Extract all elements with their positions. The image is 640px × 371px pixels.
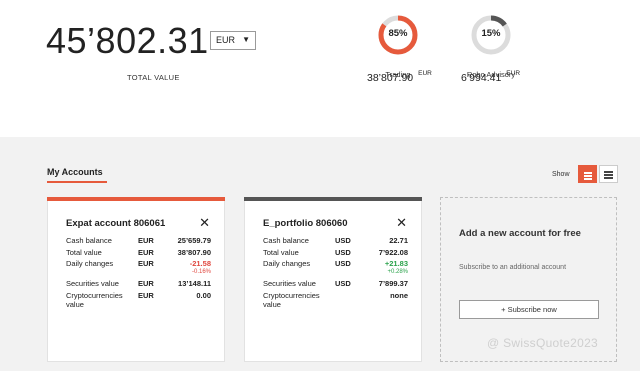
daily-change-amount: -21.58 — [189, 259, 211, 268]
subscribe-now-button[interactable]: + Subscribe now — [459, 300, 599, 319]
daily-change-value: -21.58 -0.16% — [160, 259, 211, 275]
detail-row: Securities value EUR 13’148.11 — [66, 279, 211, 291]
accounts-title-underline — [47, 181, 107, 183]
daily-change-percent: +0.28% — [387, 269, 408, 275]
account-card-accent-bar — [47, 197, 225, 201]
detail-currency: USD — [335, 279, 351, 288]
portfolio-summary: 45’802.31 EUR ▼ TOTAL VALUE 85% Trading … — [0, 0, 640, 137]
currency-select[interactable]: EUR ▼ — [210, 31, 256, 50]
detail-currency: USD — [335, 236, 351, 245]
robo-advisory-amount: 6’994.41 EUR — [461, 70, 520, 84]
daily-change-value: +21.83 +0.28% — [357, 259, 408, 275]
total-value-amount: 45’802.31 — [46, 20, 209, 61]
detail-currency: USD — [335, 247, 351, 257]
robo-advisory-percent: 15% — [481, 28, 501, 39]
watermark: @ SwissQuote2023 — [487, 336, 599, 350]
account-details: Cash balance EUR 25’659.79 Total value E… — [66, 236, 211, 311]
add-account-subtitle: Subscribe to an additional account — [459, 264, 567, 271]
trading-amount: 38’807.90 EUR — [367, 70, 432, 84]
detail-row: Total value USD 7’922.08 — [263, 248, 408, 260]
account-title: E_portfolio 806060 — [263, 218, 348, 229]
detail-label: Daily changes — [263, 259, 311, 268]
list-view-button[interactable] — [599, 165, 618, 183]
detail-label: Cash balance — [66, 236, 112, 245]
robo-advisory-amount-currency: EUR — [506, 70, 521, 77]
detail-value: 7’922.08 — [378, 247, 408, 257]
detail-value: 38’807.90 — [177, 247, 211, 257]
total-value-label: TOTAL VALUE — [127, 73, 180, 82]
detail-currency: EUR — [138, 290, 154, 300]
detail-label: Securities value — [66, 279, 119, 288]
detail-row: Cryptocurrencies value EUR 0.00 — [66, 291, 211, 311]
account-title: Expat account 806061 — [66, 218, 166, 229]
account-card-expat[interactable]: Expat account 806061 ✕ Cash balance EUR … — [47, 197, 225, 362]
caret-down-icon: ▼ — [242, 35, 250, 44]
detail-currency: EUR — [138, 259, 154, 268]
detail-value: 13’148.11 — [178, 279, 211, 288]
trading-amount-currency: EUR — [418, 70, 432, 77]
detail-label: Total value — [263, 247, 299, 257]
detail-value: 0.00 — [196, 290, 211, 300]
detail-label: Daily changes — [66, 259, 114, 268]
detail-row: Cash balance EUR 25’659.79 — [66, 236, 211, 248]
detail-value: 7’899.37 — [378, 279, 408, 288]
detail-currency: USD — [335, 259, 351, 268]
detail-value: 25’659.79 — [177, 236, 211, 245]
currency-select-value: EUR — [216, 35, 236, 45]
account-card-accent-bar — [244, 197, 422, 201]
robo-advisory-amount-value: 6’994.41 — [461, 72, 502, 84]
detail-label: Securities value — [263, 279, 316, 288]
account-card-e-portfolio[interactable]: E_portfolio 806060 ✕ Cash balance USD 22… — [244, 197, 422, 362]
detail-row: Daily changes USD +21.83 +0.28% — [263, 259, 408, 279]
account-details: Cash balance USD 22.71 Total value USD 7… — [263, 236, 408, 311]
trading-percent: 85% — [388, 28, 408, 39]
detail-row: Cryptocurrencies value none — [263, 291, 408, 311]
detail-value: none — [390, 290, 408, 300]
detail-currency: EUR — [138, 236, 154, 245]
detail-currency: EUR — [138, 279, 154, 288]
detail-label: Cryptocurrencies value — [263, 290, 320, 309]
accounts-title: My Accounts — [47, 167, 103, 177]
trading-amount-value: 38’807.90 — [367, 72, 414, 84]
detail-currency: EUR — [138, 247, 154, 257]
daily-change-percent: -0.16% — [191, 269, 211, 275]
detail-row: Cash balance USD 22.71 — [263, 236, 408, 248]
show-label: Show — [552, 171, 570, 178]
detail-row: Securities value USD 7’899.37 — [263, 279, 408, 291]
accounts-section: My Accounts Show Expat account 806061 ✕ … — [0, 137, 640, 371]
close-icon[interactable]: ✕ — [396, 215, 407, 231]
detail-label: Cash balance — [263, 236, 309, 245]
close-icon[interactable]: ✕ — [199, 215, 210, 231]
daily-change-amount: +21.83 — [384, 259, 408, 268]
detail-row: Daily changes EUR -21.58 -0.16% — [66, 259, 211, 279]
detail-label: Total value — [66, 247, 102, 257]
add-account-title: Add a new account for free — [459, 228, 581, 239]
detail-label: Cryptocurrencies value — [66, 290, 123, 309]
detail-value: 22.71 — [389, 236, 408, 245]
grid-view-button[interactable] — [578, 165, 597, 183]
detail-row: Total value EUR 38’807.90 — [66, 248, 211, 260]
